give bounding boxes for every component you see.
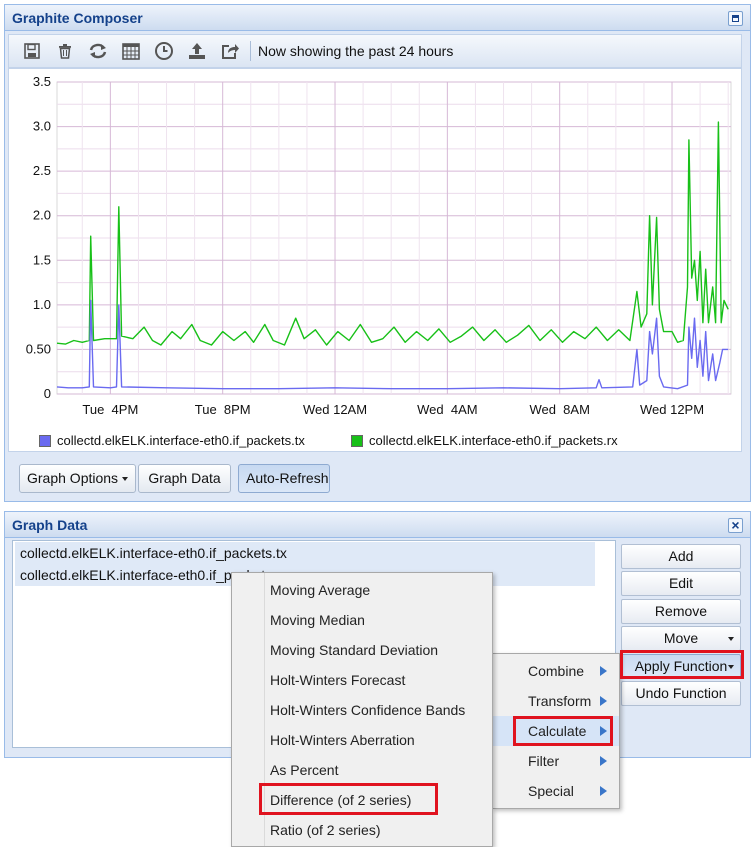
x-tick-label: Tue 4PM	[82, 402, 138, 417]
menu-item-holt-winters-forecast[interactable]: Holt-Winters Forecast	[232, 665, 492, 695]
y-tick-label: 0	[44, 386, 51, 401]
clock-icon[interactable]	[147, 38, 180, 64]
submenu-arrow-icon	[600, 696, 607, 706]
edit-button[interactable]: Edit	[621, 571, 741, 596]
add-button[interactable]: Add	[621, 544, 741, 569]
menu-item-calculate[interactable]: Calculate	[493, 716, 619, 746]
x-tick-label: Wed 4AM	[417, 402, 477, 417]
undo-function-button[interactable]: Undo Function	[621, 681, 741, 706]
share-icon[interactable]	[213, 38, 246, 64]
graph-data-header: Graph Data ×	[5, 512, 750, 538]
time-range-status: Now showing the past 24 hours	[258, 43, 454, 59]
toolbar-separator	[250, 41, 251, 61]
composer-toolbar: Now showing the past 24 hours	[8, 34, 742, 68]
composer-header: Graphite Composer	[5, 5, 750, 31]
graph-data-button[interactable]: Graph Data	[138, 464, 231, 493]
dropdown-caret-icon	[728, 665, 734, 669]
composer-title: Graphite Composer	[12, 10, 143, 26]
menu-item-transform[interactable]: Transform	[493, 686, 619, 716]
target-row[interactable]: collectd.elkELK.interface-eth0.if_packet…	[15, 542, 595, 564]
menu-item-difference[interactable]: Difference (of 2 series)	[232, 785, 492, 815]
menu-item-holt-winters-aberration[interactable]: Holt-Winters Aberration	[232, 725, 492, 755]
legend-item-rx: collectd.elkELK.interface-eth0.if_packet…	[351, 433, 618, 448]
submenu-arrow-icon	[600, 726, 607, 736]
menu-item-as-percent[interactable]: As Percent	[232, 755, 492, 785]
x-tick-label: Wed 8AM	[529, 402, 589, 417]
line-chart: 0 0.50 1.0 1.5 2.0 2.5 3.0 3.5 Tue 4PM Tue 8PM Wed…	[26, 74, 732, 417]
dropdown-caret-icon	[728, 637, 734, 641]
y-tick-label: 1.5	[33, 252, 51, 267]
upload-icon[interactable]	[180, 38, 213, 64]
legend-swatch-rx	[351, 434, 363, 447]
menu-item-filter[interactable]: Filter	[493, 746, 619, 776]
legend-label-rx: collectd.elkELK.interface-eth0.if_packet…	[369, 433, 618, 448]
auto-refresh-button[interactable]: Auto-Refresh	[238, 464, 330, 493]
x-tick-label: Wed 12PM	[640, 402, 704, 417]
menu-item-combine[interactable]: Combine	[493, 656, 619, 686]
apply-function-button[interactable]: Apply Function	[621, 654, 741, 679]
y-tick-label: 3.0	[33, 119, 51, 134]
submenu-arrow-icon	[600, 756, 607, 766]
menu-item-holt-winters-bands[interactable]: Holt-Winters Confidence Bands	[232, 695, 492, 725]
menu-item-special[interactable]: Special	[493, 776, 619, 806]
collapse-icon[interactable]	[728, 11, 743, 26]
graph-area: 0 0.50 1.0 1.5 2.0 2.5 3.0 3.5 Tue 4PM Tue 8PM Wed…	[8, 68, 742, 452]
remove-button[interactable]: Remove	[621, 599, 741, 624]
dropdown-caret-icon	[122, 477, 129, 482]
refresh-icon[interactable]	[81, 38, 114, 64]
y-tick-label: 0.50	[26, 341, 51, 356]
submenu-arrow-icon	[600, 786, 607, 796]
x-tick-label: Wed 12AM	[303, 402, 367, 417]
calendar-icon[interactable]	[114, 38, 147, 64]
trash-icon[interactable]	[48, 38, 81, 64]
function-category-menu: Combine Transform Calculate Filter Speci…	[492, 653, 620, 809]
calculate-submenu: Moving Average Moving Median Moving Stan…	[231, 572, 493, 847]
submenu-arrow-icon	[600, 666, 607, 676]
close-icon[interactable]: ×	[728, 518, 743, 533]
x-tick-label: Tue 8PM	[195, 402, 251, 417]
menu-item-moving-median[interactable]: Moving Median	[232, 605, 492, 635]
graph-data-title: Graph Data	[12, 517, 88, 533]
legend-item-tx: collectd.elkELK.interface-eth0.if_packet…	[39, 433, 305, 448]
save-icon[interactable]	[15, 38, 48, 64]
y-tick-label: 3.5	[33, 74, 51, 89]
menu-item-moving-std-dev[interactable]: Moving Standard Deviation	[232, 635, 492, 665]
graph-options-button[interactable]: Graph Options	[19, 464, 137, 493]
menu-item-moving-average[interactable]: Moving Average	[232, 575, 492, 605]
legend-swatch-tx	[39, 434, 51, 447]
y-tick-label: 2.5	[33, 163, 51, 178]
y-tick-label: 2.0	[33, 208, 51, 223]
move-button[interactable]: Move	[621, 626, 741, 651]
y-tick-label: 1.0	[33, 297, 51, 312]
legend-label-tx: collectd.elkELK.interface-eth0.if_packet…	[57, 433, 305, 448]
